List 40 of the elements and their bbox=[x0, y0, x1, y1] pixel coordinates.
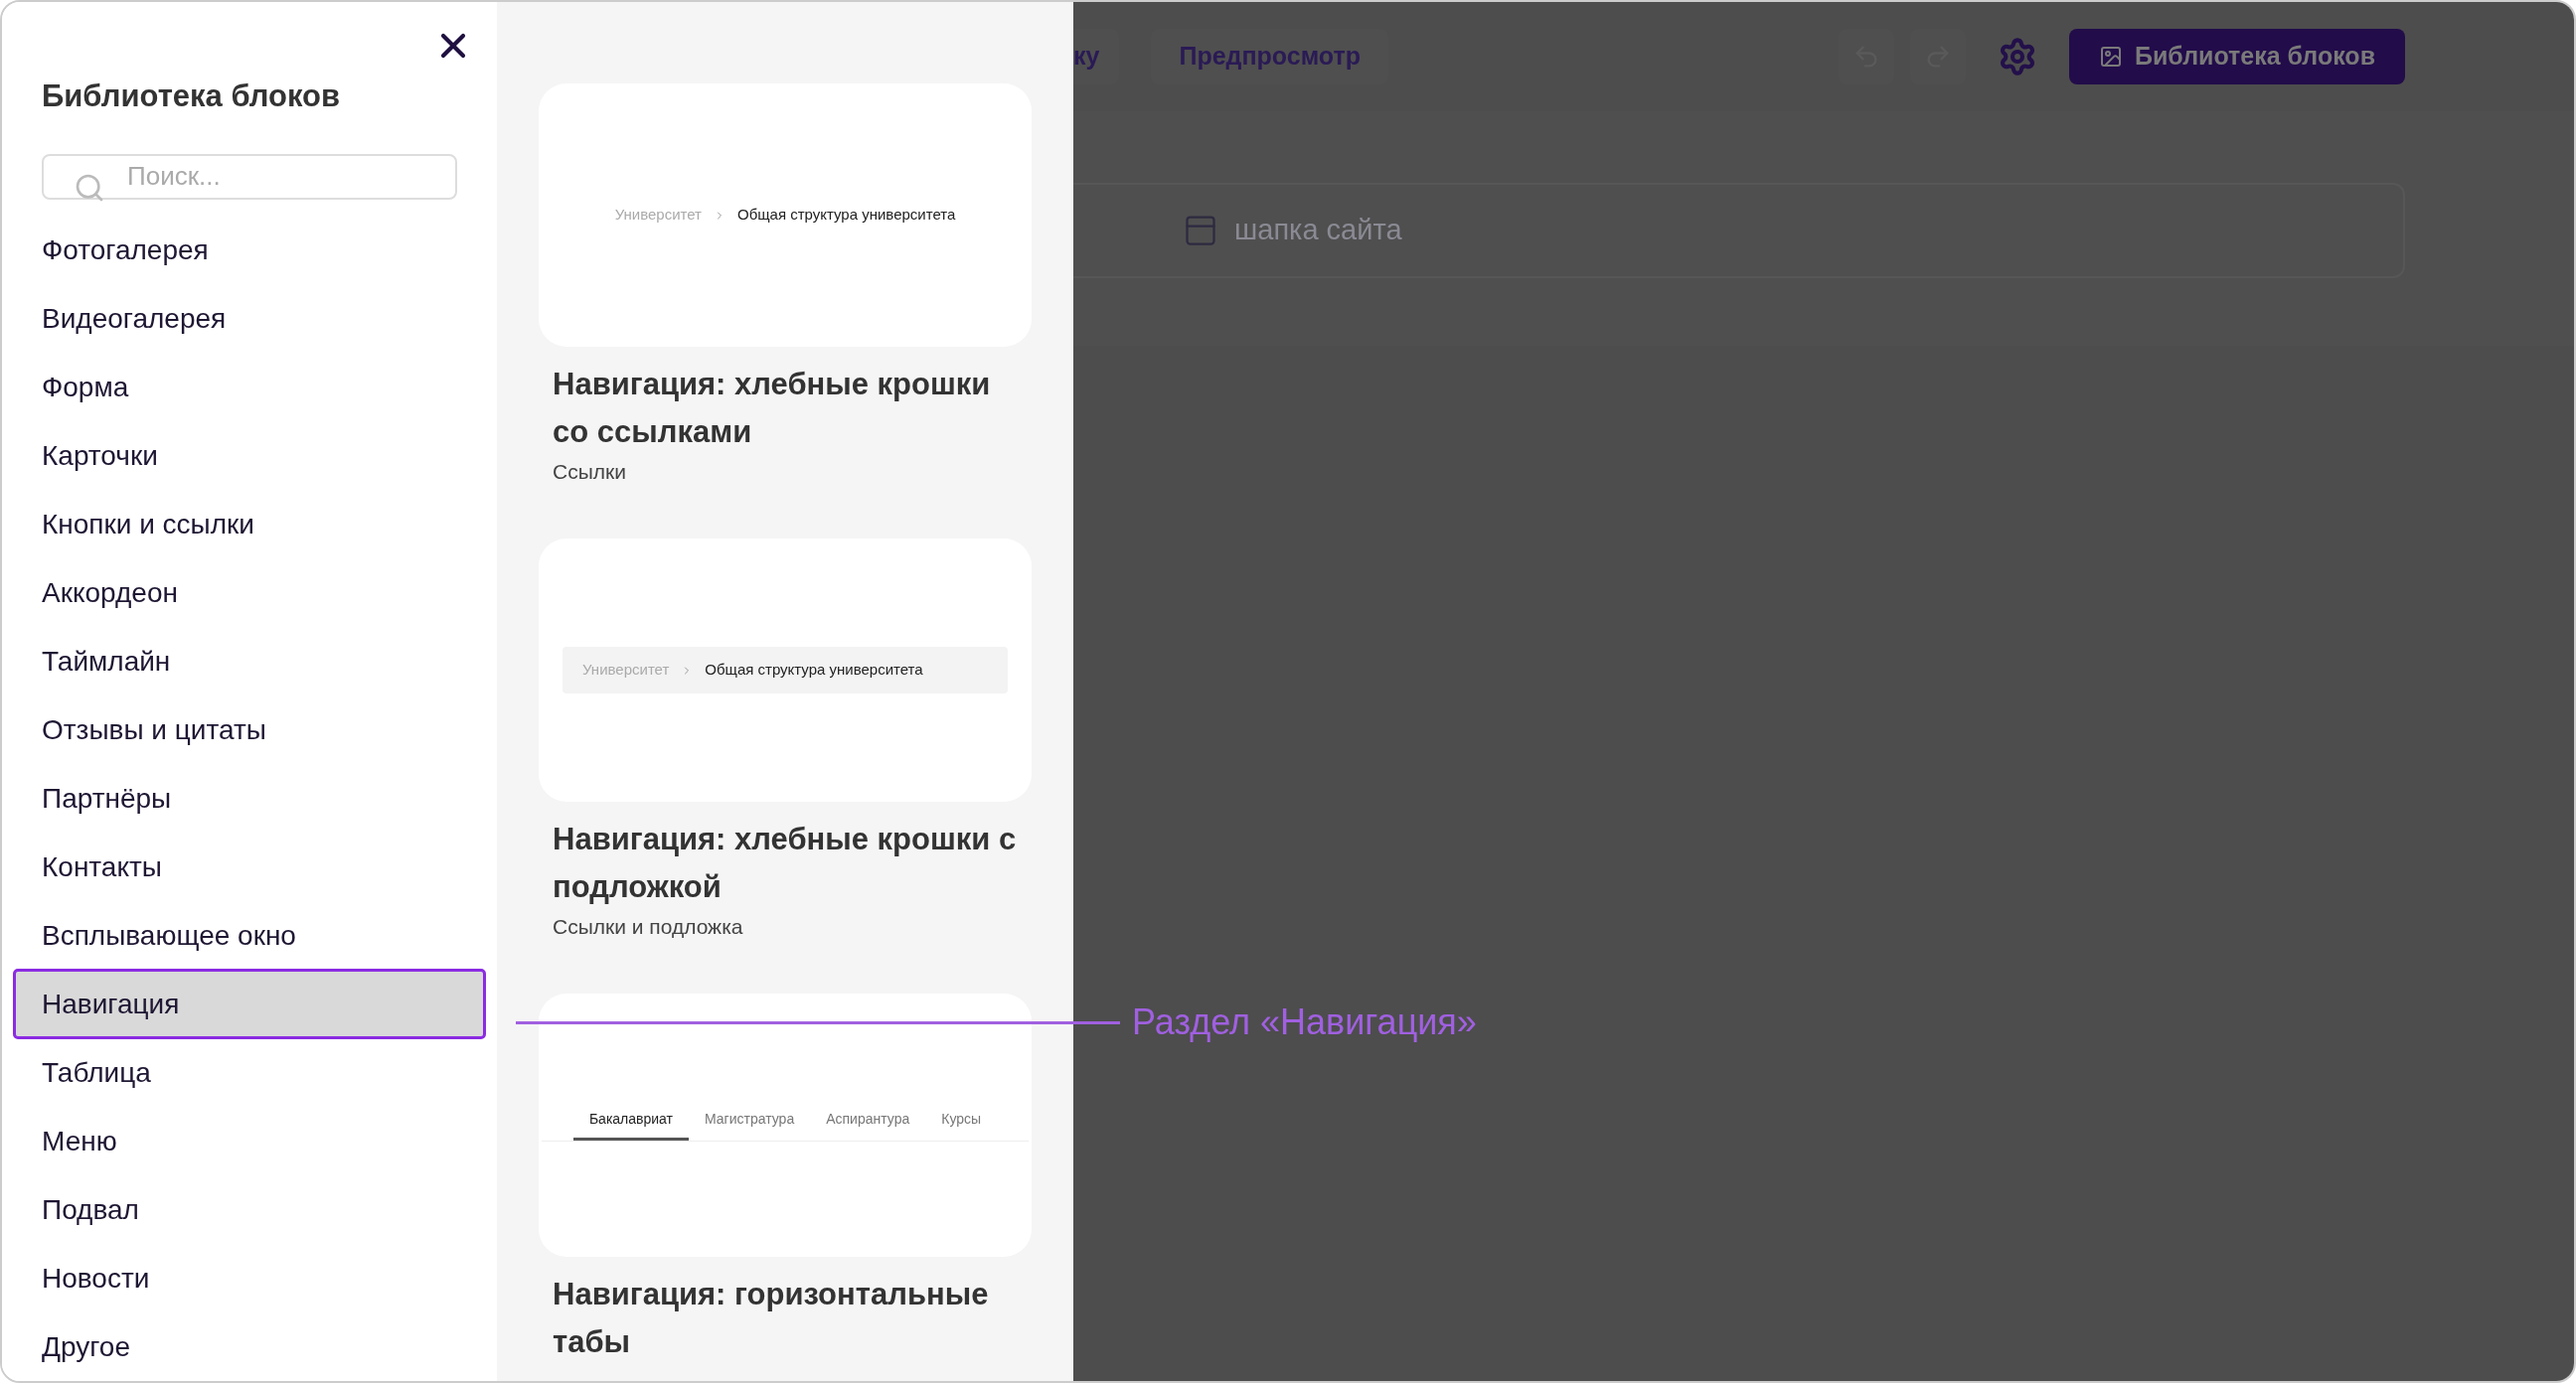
block-title: Навигация: хлебные крошки с подложкой bbox=[552, 821, 1018, 906]
tab-label: Курсы bbox=[940, 1110, 983, 1129]
block-title: Навигация: горизонтальные табы bbox=[552, 1276, 990, 1361]
sidebar-item[interactable]: Контакты bbox=[14, 833, 485, 901]
sidebar-item[interactable]: Новости bbox=[14, 1244, 485, 1312]
block-preview[interactable]: Бакалавриат Магистратура Аспирантура Курсы bbox=[539, 994, 1032, 1257]
sidebar-item[interactable]: Партнёры bbox=[14, 764, 485, 833]
tab-label: Бакалавриат bbox=[572, 1109, 689, 1141]
sidebar-item[interactable]: Таймлайн bbox=[14, 627, 485, 695]
block-library-button[interactable]: Библиотека блоков bbox=[2068, 29, 2405, 84]
block-preview[interactable]: Университет Общая структура университета bbox=[539, 83, 1032, 347]
block-label: шапка сайта bbox=[1234, 213, 1402, 248]
sidebar-item[interactable]: Таблица bbox=[14, 1038, 485, 1107]
sidebar-item[interactable]: Фотогалерея bbox=[14, 216, 485, 284]
sidebar-item[interactable]: Отзывы и цитаты bbox=[14, 695, 485, 764]
tab-label: Магистратура bbox=[704, 1110, 796, 1129]
sidebar-item[interactable]: Карточки bbox=[14, 421, 485, 490]
sidebar-item[interactable]: Форма bbox=[14, 353, 485, 421]
sidebar-item[interactable]: Кнопки и ссылки bbox=[14, 490, 485, 558]
block-preview[interactable]: Университет Общая структура университета bbox=[539, 538, 1032, 802]
sidebar-item[interactable]: Аккордеон bbox=[14, 558, 485, 627]
sidebar-item[interactable]: Видеогалерея bbox=[14, 284, 485, 353]
block-title: Навигация: хлебные крошки со ссылками bbox=[552, 366, 992, 451]
breadcrumb-link: Университет bbox=[614, 205, 702, 226]
sidebar-item[interactable]: Меню bbox=[14, 1107, 485, 1175]
image-icon bbox=[2098, 45, 2123, 69]
sidebar-item[interactable]: Другое bbox=[14, 1312, 485, 1381]
breadcrumb-link: Университет bbox=[582, 660, 670, 681]
block-icon bbox=[1183, 213, 1218, 248]
block-description: Ссылки bbox=[552, 459, 627, 485]
breadcrumb-link: Общая структура университета bbox=[736, 205, 956, 226]
panel-title: Библиотека блоков bbox=[42, 77, 342, 115]
tab-label: Аспирантура bbox=[825, 1110, 911, 1129]
breadcrumb-link: Общая структура университета bbox=[705, 660, 923, 681]
block-description: Ссылки и подложка bbox=[552, 914, 744, 940]
sidebar-item[interactable]: Навигация bbox=[14, 970, 485, 1038]
sidebar-item[interactable]: Всплывающее окно bbox=[14, 901, 485, 970]
annotation-label: Раздел «Навигация» bbox=[1132, 1000, 1477, 1044]
search-field[interactable]: Поиск... bbox=[42, 153, 457, 200]
sidebar-item[interactable]: Подвал bbox=[14, 1175, 485, 1244]
